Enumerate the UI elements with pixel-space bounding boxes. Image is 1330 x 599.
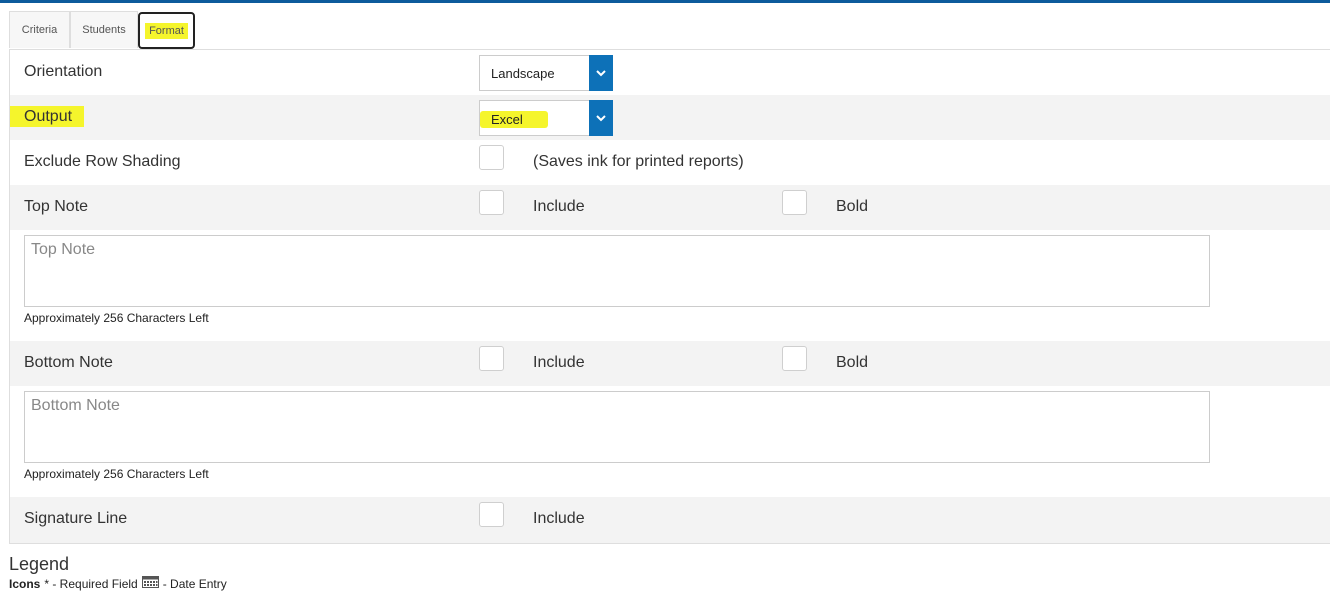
top-note-include-checkbox[interactable]	[479, 190, 504, 215]
legend-date-text: - Date Entry	[162, 576, 227, 591]
top-note-row: Top Note Include Bold	[10, 185, 1330, 230]
output-value: Excel	[480, 111, 548, 128]
bottom-note-bold-checkbox[interactable]	[782, 346, 807, 371]
top-note-textarea[interactable]	[24, 235, 1210, 307]
exclude-shading-checkbox[interactable]	[479, 145, 504, 170]
bottom-note-chars-left: Approximately 256 Characters Left	[24, 467, 209, 481]
exclude-shading-row: Exclude Row Shading (Saves ink for print…	[10, 140, 1330, 185]
exclude-shading-note: (Saves ink for printed reports)	[533, 153, 744, 170]
legend-required-text: * - Required Field	[44, 576, 138, 591]
bottom-note-include-checkbox[interactable]	[479, 346, 504, 371]
top-note-chars-left: Approximately 256 Characters Left	[24, 311, 209, 325]
output-select[interactable]: Excel	[479, 100, 613, 136]
top-accent-bar	[0, 0, 1330, 3]
bottom-note-bold-label: Bold	[836, 354, 869, 371]
bottom-note-row: Bottom Note Include Bold	[10, 341, 1330, 386]
orientation-row: Orientation Landscape	[10, 50, 1330, 95]
chevron-down-icon[interactable]	[589, 55, 613, 91]
top-note-bold-checkbox[interactable]	[782, 190, 807, 215]
legend-icons-label: Icons	[9, 576, 41, 591]
signature-row: Signature Line Include	[10, 497, 1330, 543]
orientation-select[interactable]: Landscape	[479, 55, 613, 91]
exclude-shading-label: Exclude Row Shading	[24, 153, 181, 170]
signature-include-checkbox[interactable]	[479, 502, 504, 527]
top-note-bold-label: Bold	[836, 198, 869, 215]
output-label-wrap: Output	[10, 106, 85, 127]
tab-criteria-label: Criteria	[21, 24, 58, 36]
calendar-icon	[141, 576, 159, 591]
bottom-note-include-label: Include	[533, 354, 585, 371]
legend-line: Icons * - Required Field - Date Entry	[9, 576, 227, 591]
output-label: Output	[10, 106, 85, 127]
signature-label: Signature Line	[24, 510, 128, 527]
chevron-down-icon[interactable]	[589, 100, 613, 136]
bottom-note-textarea[interactable]	[24, 391, 1210, 463]
format-panel: Orientation Landscape Output Excel Exclu…	[9, 50, 1330, 544]
orientation-label: Orientation	[24, 63, 103, 80]
signature-include-label: Include	[533, 510, 585, 527]
legend-title: Legend	[9, 554, 70, 574]
tab-students[interactable]: Students	[70, 11, 138, 48]
output-row: Output Excel	[10, 95, 1330, 140]
top-note-include-label: Include	[533, 198, 585, 215]
top-note-label: Top Note	[24, 198, 89, 215]
orientation-value: Landscape	[491, 66, 555, 81]
tab-criteria[interactable]: Criteria	[9, 11, 70, 48]
tab-format-label: Format	[145, 22, 188, 39]
bottom-note-label: Bottom Note	[24, 354, 113, 371]
tab-format[interactable]: Format	[138, 12, 195, 49]
tab-students-label: Students	[82, 24, 126, 36]
